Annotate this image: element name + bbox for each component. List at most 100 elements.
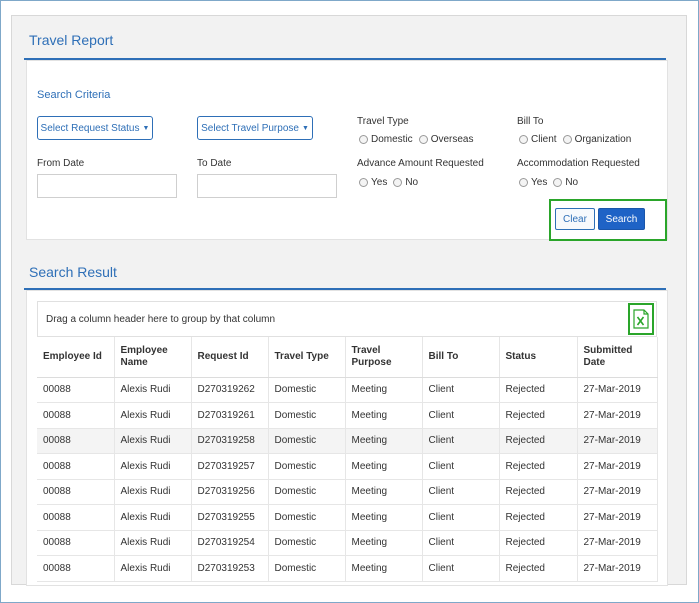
radio-circle[interactable] (553, 178, 563, 187)
table-cell: 00088 (37, 504, 115, 531)
request-status-dropdown[interactable]: Select Request Status ▼ (37, 116, 153, 140)
table-cell: Alexis Rudi (114, 402, 192, 429)
radio-label: Yes (371, 177, 388, 188)
table-cell: Meeting (345, 530, 423, 556)
table-cell: 00088 (37, 402, 115, 429)
table-cell: Domestic (268, 453, 346, 480)
search-criteria-title: Search Criteria (37, 89, 111, 101)
table-cell: 27-Mar-2019 (577, 377, 658, 403)
radio-circle[interactable] (519, 135, 528, 144)
table-cell: Alexis Rudi (114, 530, 192, 556)
table-cell: 00088 (37, 530, 115, 556)
table-row[interactable]: 00088 Alexis Rudi D270319261 Domestic Meetin… (37, 402, 658, 429)
table-cell: 00088 (37, 555, 115, 582)
travel-type-radios: Domestic Overseas (359, 134, 479, 145)
table-cell: Alexis Rudi (114, 428, 192, 454)
radio-domestic[interactable]: Domestic (359, 134, 413, 145)
table-cell: D270319255 (191, 504, 269, 531)
bill-to-label: Bill To (517, 116, 544, 127)
radio-accommodation-yes[interactable]: Yes (519, 177, 547, 188)
search-result-card: Drag a column header here to group by th… (26, 290, 668, 586)
radio-advance-no[interactable]: No (393, 177, 418, 188)
radio-circle[interactable] (393, 178, 403, 187)
request-status-label: Select Request Status (40, 122, 140, 134)
table-cell: Alexis Rudi (114, 453, 192, 480)
table-cell: 27-Mar-2019 (577, 555, 658, 582)
radio-circle[interactable] (359, 178, 368, 187)
table-cell: Alexis Rudi (114, 555, 192, 582)
column-header[interactable]: Request Id (191, 337, 269, 378)
radio-overseas[interactable]: Overseas (418, 134, 473, 145)
table-cell: Alexis Rudi (114, 377, 192, 403)
table-cell: D270319256 (191, 479, 269, 505)
table-cell: Domestic (268, 504, 346, 531)
table-cell: 27-Mar-2019 (577, 402, 658, 429)
table-cell: D270319254 (191, 530, 269, 556)
radio-advance-yes[interactable]: Yes (359, 177, 387, 188)
column-header[interactable]: Travel Type (268, 337, 346, 378)
table-cell: Rejected (499, 479, 578, 505)
radio-circle[interactable] (359, 135, 368, 144)
table-cell: 27-Mar-2019 (577, 428, 658, 454)
table-cell: 27-Mar-2019 (577, 479, 658, 505)
radio-label: Yes (531, 177, 548, 188)
radio-label: Organization (574, 134, 632, 145)
excel-export-button[interactable] (628, 303, 654, 335)
table-cell: Domestic (268, 402, 346, 429)
excel-export-icon (633, 309, 649, 329)
table-cell: Meeting (345, 555, 423, 582)
table-row[interactable]: 00088 Alexis Rudi D270319254 Domestic Meetin… (37, 530, 658, 556)
column-header[interactable]: Travel Purpose (345, 337, 423, 378)
column-header[interactable]: Submitted Date (577, 337, 658, 378)
radio-circle[interactable] (519, 178, 528, 187)
table-cell: Domestic (268, 377, 346, 403)
column-header[interactable]: Employee Name (114, 337, 192, 378)
table-cell: 27-Mar-2019 (577, 504, 658, 531)
table-cell: Client (422, 479, 500, 505)
table-cell: 00088 (37, 428, 115, 454)
radio-accommodation-no[interactable]: No (553, 177, 578, 188)
table-cell: Meeting (345, 428, 423, 454)
caret-down-icon: ▼ (142, 124, 150, 132)
table-cell: Client (422, 402, 500, 429)
travel-purpose-dropdown[interactable]: Select Travel Purpose ▼ (197, 116, 313, 140)
to-date-label: To Date (197, 158, 232, 169)
search-button[interactable]: Search (598, 208, 645, 230)
table-cell: Client (422, 428, 500, 454)
table-row[interactable]: 00088 Alexis Rudi D270319253 Domestic Meetin… (37, 555, 658, 582)
column-header[interactable]: Status (499, 337, 578, 378)
radio-label: No (405, 177, 419, 188)
clear-button[interactable]: Clear (555, 208, 595, 230)
table-cell: D270319258 (191, 428, 269, 454)
table-row[interactable]: 00088 Alexis Rudi D270319262 Domestic Meetin… (37, 377, 658, 403)
table-row[interactable]: 00088 Alexis Rudi D270319255 Domestic Meetin… (37, 504, 658, 531)
accommodation-label: Accommodation Requested (517, 158, 640, 169)
travel-type-label: Travel Type (357, 116, 409, 127)
radio-label: Domestic (371, 134, 413, 145)
radio-circle[interactable] (418, 135, 428, 144)
table-row[interactable]: 00088 Alexis Rudi D270319256 Domestic Meetin… (37, 479, 658, 505)
table-cell: 00088 (37, 377, 115, 403)
table-cell: Rejected (499, 530, 578, 556)
to-date-input[interactable] (197, 174, 337, 198)
radio-circle[interactable] (562, 135, 572, 144)
advance-amount-label: Advance Amount Requested (357, 158, 484, 169)
page-title: Travel Report (29, 32, 114, 48)
table-cell: Domestic (268, 428, 346, 454)
accommodation-radios: Yes No (519, 177, 584, 188)
table-cell: D270319253 (191, 555, 269, 582)
table-row[interactable]: 00088 Alexis Rudi D270319257 Domestic Meetin… (37, 453, 658, 480)
group-by-bar[interactable]: Drag a column header here to group by th… (37, 301, 657, 337)
table-cell: Rejected (499, 377, 578, 403)
table-cell: Client (422, 504, 500, 531)
table-cell: Meeting (345, 479, 423, 505)
search-result-title: Search Result (29, 264, 117, 280)
column-header[interactable]: Employee Id (37, 337, 115, 378)
from-date-input[interactable] (37, 174, 177, 198)
table-cell: 27-Mar-2019 (577, 530, 658, 556)
radio-client[interactable]: Client (519, 134, 557, 145)
radio-organization[interactable]: Organization (562, 134, 632, 145)
column-header[interactable]: Bill To (422, 337, 500, 378)
table-row[interactable]: 00088 Alexis Rudi D270319258 Domestic Meetin… (37, 428, 658, 454)
table-cell: Rejected (499, 428, 578, 454)
